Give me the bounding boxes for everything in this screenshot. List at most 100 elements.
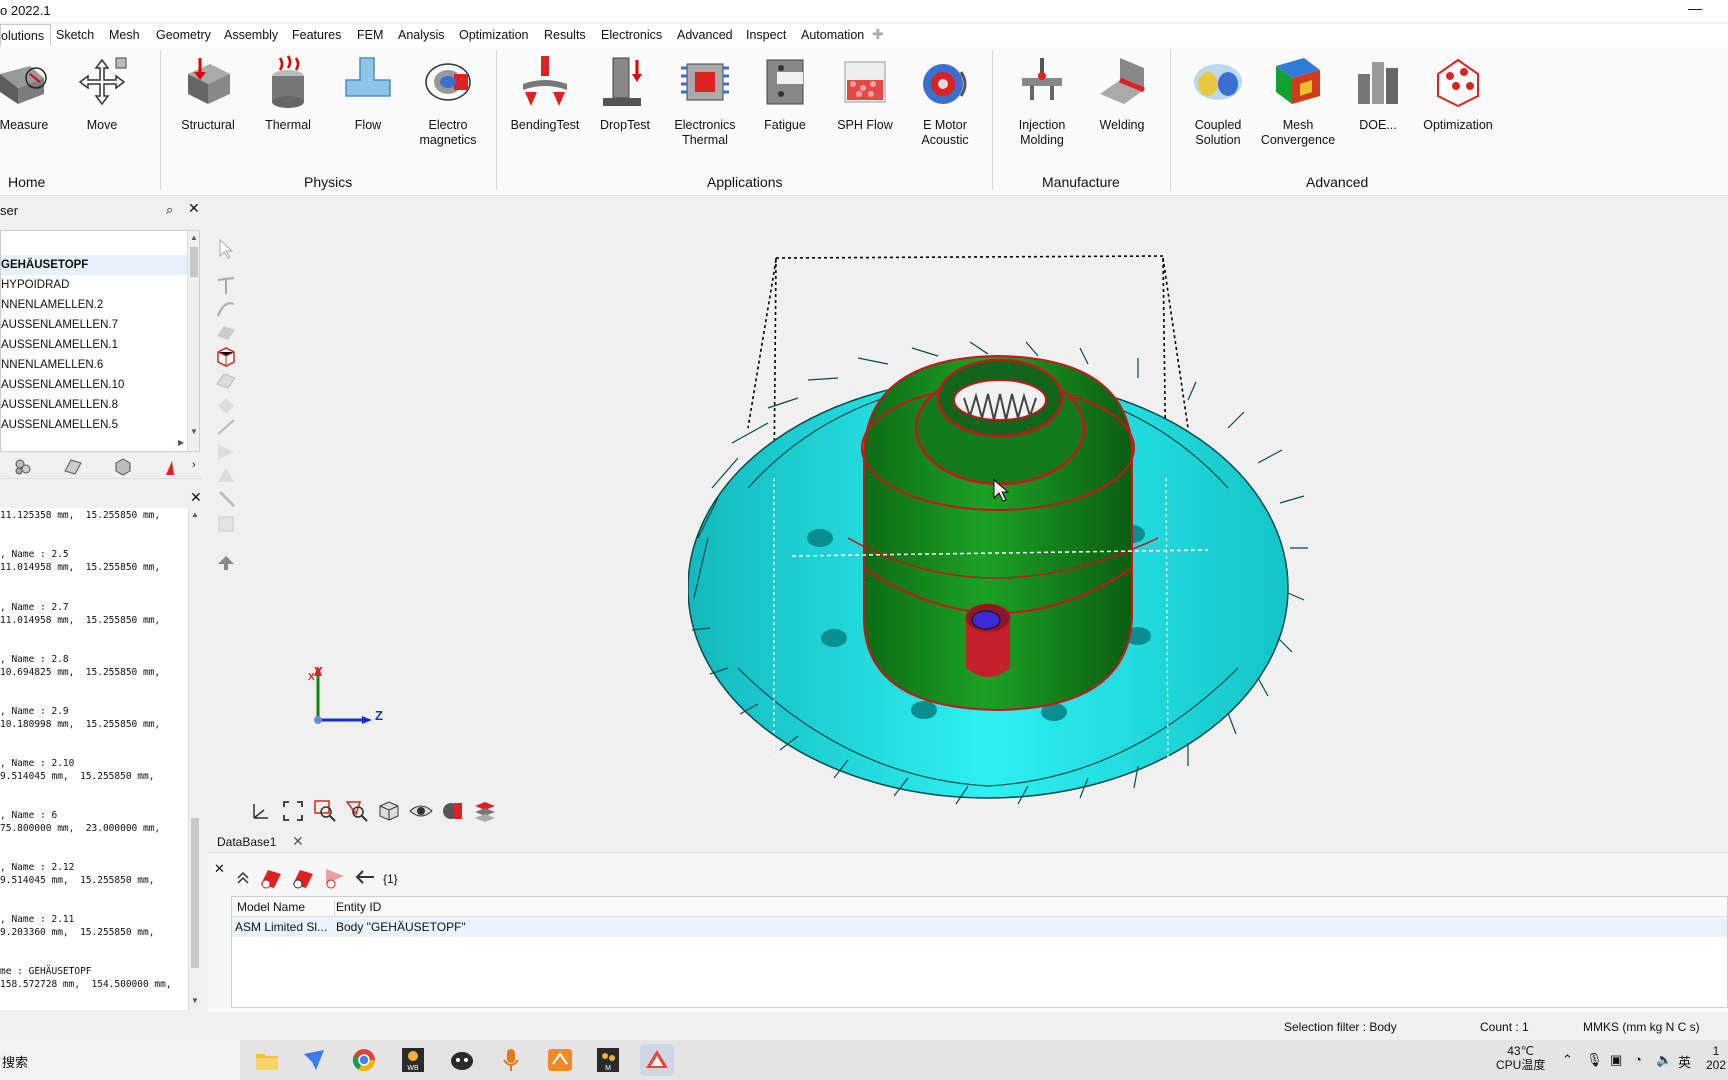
- section-view-icon[interactable]: [472, 798, 498, 824]
- tab-electronics[interactable]: Electronics: [601, 28, 662, 42]
- gear-assembly-model[interactable]: [688, 238, 1608, 826]
- recorder-icon[interactable]: [494, 1044, 528, 1076]
- toolbar-more-icon[interactable]: ›: [192, 459, 196, 471]
- sph-flow-button[interactable]: SPH Flow: [825, 54, 905, 133]
- close-tab-icon[interactable]: ✕: [292, 833, 304, 850]
- coupled-solution-button[interactable]: Coupled Solution: [1178, 54, 1258, 148]
- element-icon[interactable]: [214, 440, 238, 462]
- pick-icon[interactable]: [214, 488, 238, 510]
- scroll-up-icon[interactable]: ▲: [190, 233, 198, 242]
- table-row[interactable]: ASM Limited Sl... Body "GEHÄUSETOPF": [232, 917, 1727, 937]
- parts-icon[interactable]: [12, 457, 34, 477]
- tree-item[interactable]: NNENLAMELLEN.2: [1, 295, 187, 315]
- render-mode-icon[interactable]: [440, 798, 466, 824]
- tab-advanced[interactable]: Advanced: [677, 28, 733, 42]
- tab-geometry[interactable]: Geometry: [156, 28, 211, 42]
- scroll-down-icon[interactable]: ▼: [190, 427, 198, 436]
- mesh-convergence-button[interactable]: Mesh Convergence: [1258, 54, 1338, 148]
- welding-button[interactable]: Welding: [1082, 54, 1162, 133]
- fit-view-icon[interactable]: [280, 798, 306, 824]
- column-header[interactable]: Entity ID: [336, 900, 381, 914]
- optimization-button[interactable]: Optimization: [1418, 54, 1498, 133]
- tree-item[interactable]: NNENLAMELLEN.6: [1, 355, 187, 375]
- zoom-select-icon[interactable]: [344, 798, 370, 824]
- electromagnetics-button[interactable]: Electro magnetics: [408, 54, 488, 148]
- tree-hscrollbar[interactable]: ▶: [0, 438, 190, 450]
- scroll-down-icon[interactable]: ▼: [191, 996, 199, 1005]
- network-icon[interactable]: ◔: [1634, 1052, 1642, 1067]
- cae-app-icon[interactable]: [640, 1044, 674, 1076]
- tab-assembly[interactable]: Assembly: [224, 28, 278, 42]
- injection-molding-button[interactable]: Injection Molding: [1002, 54, 1082, 148]
- tray-expand-icon[interactable]: ⌃: [1562, 1052, 1573, 1068]
- shell-icon[interactable]: [214, 370, 238, 392]
- wechat-icon[interactable]: [445, 1044, 479, 1076]
- face-icon[interactable]: [214, 322, 238, 344]
- volume-icon[interactable]: 🔈: [1656, 1052, 1672, 1068]
- move-button[interactable]: Move: [62, 54, 142, 133]
- filter-entity-icon[interactable]: [322, 864, 348, 890]
- tab-sketch[interactable]: Sketch: [56, 28, 94, 42]
- feishu-icon[interactable]: [298, 1044, 332, 1076]
- column-header[interactable]: Model Name: [237, 900, 305, 914]
- solid-icon[interactable]: [112, 457, 134, 477]
- flow-button[interactable]: Flow: [328, 54, 408, 133]
- back-arrow-icon[interactable]: [352, 864, 378, 890]
- add-tab-icon[interactable]: ✚: [872, 26, 884, 43]
- microphone-icon[interactable]: 🎙: [1586, 1052, 1603, 1068]
- body-icon[interactable]: [214, 346, 238, 368]
- thermal-button[interactable]: Thermal: [248, 54, 328, 133]
- units-status[interactable]: MMKS (mm kg N C s): [1583, 1020, 1700, 1034]
- log-close-icon[interactable]: ✕: [190, 489, 202, 506]
- curve-icon[interactable]: [214, 298, 238, 320]
- droptest-button[interactable]: DropTest: [585, 54, 665, 133]
- tray-app-icon[interactable]: ▣: [1610, 1052, 1622, 1068]
- tab-fem[interactable]: FEM: [357, 28, 383, 42]
- 3d-viewport[interactable]: Y X Z: [208, 198, 1728, 826]
- e-motor-acoustic-button[interactable]: E Motor Acoustic: [905, 54, 985, 148]
- tab-automation[interactable]: Automation: [801, 28, 864, 42]
- tab-features[interactable]: Features: [292, 28, 341, 42]
- search-icon[interactable]: ⌕: [166, 202, 173, 218]
- taskbar-search[interactable]: 搜索: [0, 1040, 240, 1080]
- minimize-button[interactable]: —: [1688, 0, 1702, 16]
- tab-optimization[interactable]: Optimization: [459, 28, 528, 42]
- tab-analysis[interactable]: Analysis: [398, 28, 445, 42]
- ime-indicator[interactable]: 英: [1678, 1052, 1691, 1071]
- collapse-icon[interactable]: [234, 864, 252, 890]
- edge-icon[interactable]: [214, 416, 238, 438]
- electronics-thermal-button[interactable]: Electronics Thermal: [665, 54, 745, 148]
- select-arrow-icon[interactable]: [214, 238, 238, 260]
- tree-item[interactable]: AUSSENLAMELLEN.8: [1, 395, 187, 415]
- tree-scrollbar[interactable]: ▲ ▼: [187, 231, 199, 451]
- point-icon[interactable]: [214, 274, 238, 296]
- close-icon[interactable]: ✕: [188, 200, 200, 217]
- tab-solutions[interactable]: olutions: [0, 24, 52, 46]
- tab-results[interactable]: Results: [544, 28, 586, 42]
- scroll-right-icon[interactable]: ▶: [178, 438, 184, 447]
- tree-item[interactable]: AUSSENLAMELLEN.10: [1, 375, 187, 395]
- measure-button[interactable]: Measure: [0, 54, 64, 133]
- doe-button[interactable]: DOE...: [1338, 54, 1418, 133]
- mesh-face-icon[interactable]: [214, 394, 238, 416]
- file-explorer-icon[interactable]: [250, 1044, 284, 1076]
- structural-button[interactable]: Structural: [168, 54, 248, 133]
- log-scrollbar[interactable]: ▲ ▼: [188, 508, 200, 1010]
- scroll-up-icon[interactable]: ▲: [191, 510, 199, 519]
- tree-item[interactable]: HYPOIDRAD: [1, 275, 187, 295]
- workbench-icon[interactable]: WB: [396, 1044, 430, 1076]
- box-icon[interactable]: [214, 512, 238, 534]
- tool-app-icon[interactable]: [543, 1044, 577, 1076]
- clock[interactable]: 1 202: [1706, 1044, 1726, 1072]
- surface-icon[interactable]: [62, 457, 84, 477]
- tree-item[interactable]: AUSSENLAMELLEN.7: [1, 315, 187, 335]
- view-axes-icon[interactable]: [248, 798, 274, 824]
- remove-all-icon[interactable]: [290, 864, 316, 890]
- node-icon[interactable]: [214, 464, 238, 486]
- cpu-temperature[interactable]: 43℃ CPU温度: [1496, 1044, 1545, 1072]
- undo-select-icon[interactable]: [214, 552, 238, 574]
- tree-item[interactable]: GEHÄUSETOPF: [1, 255, 187, 275]
- tab-mesh[interactable]: Mesh: [109, 28, 140, 42]
- mesh-app-icon[interactable]: M: [591, 1044, 625, 1076]
- bendingtest-button[interactable]: BendingTest: [505, 54, 585, 133]
